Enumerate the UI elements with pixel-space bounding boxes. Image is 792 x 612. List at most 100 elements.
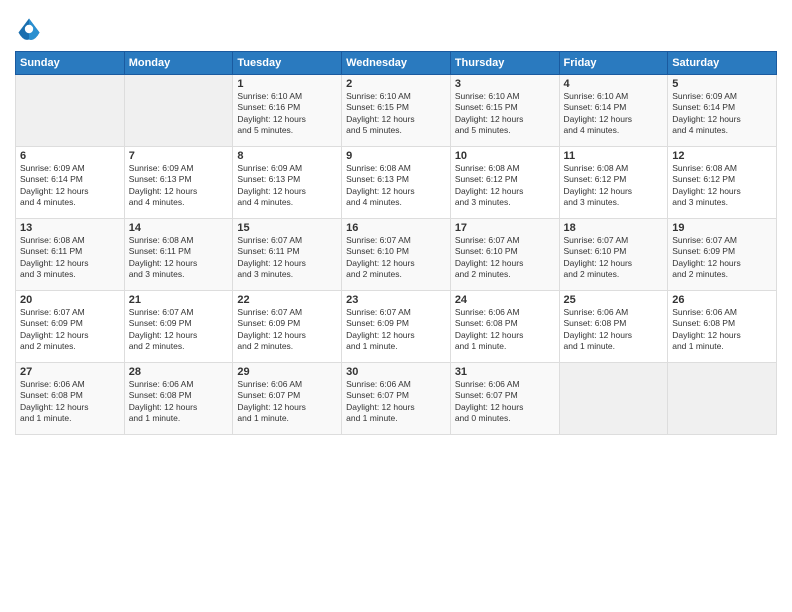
header-row: Sunday Monday Tuesday Wednesday Thursday… (16, 52, 777, 75)
day-number: 27 (20, 366, 120, 378)
day-number: 17 (455, 222, 555, 234)
day-cell: 5Sunrise: 6:09 AM Sunset: 6:14 PM Daylig… (668, 75, 777, 147)
day-cell: 30Sunrise: 6:06 AM Sunset: 6:07 PM Dayli… (342, 363, 451, 435)
day-cell (124, 75, 233, 147)
day-info: Sunrise: 6:06 AM Sunset: 6:07 PM Dayligh… (346, 379, 446, 425)
day-info: Sunrise: 6:07 AM Sunset: 6:09 PM Dayligh… (20, 307, 120, 353)
day-cell: 9Sunrise: 6:08 AM Sunset: 6:13 PM Daylig… (342, 147, 451, 219)
day-info: Sunrise: 6:09 AM Sunset: 6:14 PM Dayligh… (20, 163, 120, 209)
day-info: Sunrise: 6:09 AM Sunset: 6:13 PM Dayligh… (129, 163, 229, 209)
day-cell: 20Sunrise: 6:07 AM Sunset: 6:09 PM Dayli… (16, 291, 125, 363)
day-cell (16, 75, 125, 147)
col-wednesday: Wednesday (342, 52, 451, 75)
day-cell (559, 363, 668, 435)
col-thursday: Thursday (450, 52, 559, 75)
day-info: Sunrise: 6:08 AM Sunset: 6:11 PM Dayligh… (129, 235, 229, 281)
day-info: Sunrise: 6:07 AM Sunset: 6:10 PM Dayligh… (346, 235, 446, 281)
day-number: 23 (346, 294, 446, 306)
day-info: Sunrise: 6:08 AM Sunset: 6:13 PM Dayligh… (346, 163, 446, 209)
day-cell: 6Sunrise: 6:09 AM Sunset: 6:14 PM Daylig… (16, 147, 125, 219)
day-info: Sunrise: 6:06 AM Sunset: 6:08 PM Dayligh… (672, 307, 772, 353)
day-number: 25 (564, 294, 664, 306)
col-tuesday: Tuesday (233, 52, 342, 75)
day-number: 20 (20, 294, 120, 306)
day-cell: 28Sunrise: 6:06 AM Sunset: 6:08 PM Dayli… (124, 363, 233, 435)
day-number: 31 (455, 366, 555, 378)
day-number: 9 (346, 150, 446, 162)
day-info: Sunrise: 6:09 AM Sunset: 6:14 PM Dayligh… (672, 91, 772, 137)
day-cell: 27Sunrise: 6:06 AM Sunset: 6:08 PM Dayli… (16, 363, 125, 435)
day-info: Sunrise: 6:08 AM Sunset: 6:12 PM Dayligh… (455, 163, 555, 209)
day-cell: 31Sunrise: 6:06 AM Sunset: 6:07 PM Dayli… (450, 363, 559, 435)
day-info: Sunrise: 6:06 AM Sunset: 6:08 PM Dayligh… (129, 379, 229, 425)
day-cell: 18Sunrise: 6:07 AM Sunset: 6:10 PM Dayli… (559, 219, 668, 291)
day-cell: 10Sunrise: 6:08 AM Sunset: 6:12 PM Dayli… (450, 147, 559, 219)
day-info: Sunrise: 6:06 AM Sunset: 6:08 PM Dayligh… (455, 307, 555, 353)
day-number: 8 (237, 150, 337, 162)
day-info: Sunrise: 6:10 AM Sunset: 6:15 PM Dayligh… (346, 91, 446, 137)
day-cell: 7Sunrise: 6:09 AM Sunset: 6:13 PM Daylig… (124, 147, 233, 219)
day-info: Sunrise: 6:06 AM Sunset: 6:08 PM Dayligh… (20, 379, 120, 425)
day-cell: 15Sunrise: 6:07 AM Sunset: 6:11 PM Dayli… (233, 219, 342, 291)
col-friday: Friday (559, 52, 668, 75)
week-row-2: 6Sunrise: 6:09 AM Sunset: 6:14 PM Daylig… (16, 147, 777, 219)
day-number: 30 (346, 366, 446, 378)
day-cell: 23Sunrise: 6:07 AM Sunset: 6:09 PM Dayli… (342, 291, 451, 363)
day-info: Sunrise: 6:07 AM Sunset: 6:09 PM Dayligh… (237, 307, 337, 353)
header-area (15, 10, 777, 43)
day-info: Sunrise: 6:07 AM Sunset: 6:09 PM Dayligh… (346, 307, 446, 353)
day-cell: 16Sunrise: 6:07 AM Sunset: 6:10 PM Dayli… (342, 219, 451, 291)
day-number: 22 (237, 294, 337, 306)
day-info: Sunrise: 6:07 AM Sunset: 6:09 PM Dayligh… (672, 235, 772, 281)
logo-icon (15, 15, 43, 43)
day-info: Sunrise: 6:09 AM Sunset: 6:13 PM Dayligh… (237, 163, 337, 209)
day-info: Sunrise: 6:10 AM Sunset: 6:15 PM Dayligh… (455, 91, 555, 137)
day-number: 5 (672, 78, 772, 90)
day-cell: 26Sunrise: 6:06 AM Sunset: 6:08 PM Dayli… (668, 291, 777, 363)
day-info: Sunrise: 6:10 AM Sunset: 6:14 PM Dayligh… (564, 91, 664, 137)
day-cell: 21Sunrise: 6:07 AM Sunset: 6:09 PM Dayli… (124, 291, 233, 363)
day-cell: 13Sunrise: 6:08 AM Sunset: 6:11 PM Dayli… (16, 219, 125, 291)
day-cell: 4Sunrise: 6:10 AM Sunset: 6:14 PM Daylig… (559, 75, 668, 147)
day-number: 2 (346, 78, 446, 90)
day-info: Sunrise: 6:06 AM Sunset: 6:07 PM Dayligh… (237, 379, 337, 425)
day-cell: 29Sunrise: 6:06 AM Sunset: 6:07 PM Dayli… (233, 363, 342, 435)
day-number: 12 (672, 150, 772, 162)
day-number: 11 (564, 150, 664, 162)
day-info: Sunrise: 6:08 AM Sunset: 6:11 PM Dayligh… (20, 235, 120, 281)
day-number: 19 (672, 222, 772, 234)
day-cell: 11Sunrise: 6:08 AM Sunset: 6:12 PM Dayli… (559, 147, 668, 219)
day-number: 7 (129, 150, 229, 162)
day-number: 21 (129, 294, 229, 306)
day-cell: 14Sunrise: 6:08 AM Sunset: 6:11 PM Dayli… (124, 219, 233, 291)
day-number: 15 (237, 222, 337, 234)
calendar-body: 1Sunrise: 6:10 AM Sunset: 6:16 PM Daylig… (16, 75, 777, 435)
day-cell: 12Sunrise: 6:08 AM Sunset: 6:12 PM Dayli… (668, 147, 777, 219)
day-number: 14 (129, 222, 229, 234)
day-info: Sunrise: 6:07 AM Sunset: 6:11 PM Dayligh… (237, 235, 337, 281)
main-container: Sunday Monday Tuesday Wednesday Thursday… (0, 0, 792, 445)
day-number: 13 (20, 222, 120, 234)
day-number: 24 (455, 294, 555, 306)
week-row-1: 1Sunrise: 6:10 AM Sunset: 6:16 PM Daylig… (16, 75, 777, 147)
day-info: Sunrise: 6:10 AM Sunset: 6:16 PM Dayligh… (237, 91, 337, 137)
day-cell: 1Sunrise: 6:10 AM Sunset: 6:16 PM Daylig… (233, 75, 342, 147)
week-row-3: 13Sunrise: 6:08 AM Sunset: 6:11 PM Dayli… (16, 219, 777, 291)
day-info: Sunrise: 6:08 AM Sunset: 6:12 PM Dayligh… (564, 163, 664, 209)
day-number: 28 (129, 366, 229, 378)
col-sunday: Sunday (16, 52, 125, 75)
day-number: 10 (455, 150, 555, 162)
day-number: 16 (346, 222, 446, 234)
day-cell: 2Sunrise: 6:10 AM Sunset: 6:15 PM Daylig… (342, 75, 451, 147)
week-row-4: 20Sunrise: 6:07 AM Sunset: 6:09 PM Dayli… (16, 291, 777, 363)
calendar-table: Sunday Monday Tuesday Wednesday Thursday… (15, 51, 777, 435)
col-saturday: Saturday (668, 52, 777, 75)
day-cell: 25Sunrise: 6:06 AM Sunset: 6:08 PM Dayli… (559, 291, 668, 363)
day-number: 1 (237, 78, 337, 90)
day-number: 18 (564, 222, 664, 234)
day-cell (668, 363, 777, 435)
day-number: 29 (237, 366, 337, 378)
logo (15, 15, 45, 43)
day-info: Sunrise: 6:07 AM Sunset: 6:10 PM Dayligh… (455, 235, 555, 281)
day-info: Sunrise: 6:06 AM Sunset: 6:07 PM Dayligh… (455, 379, 555, 425)
